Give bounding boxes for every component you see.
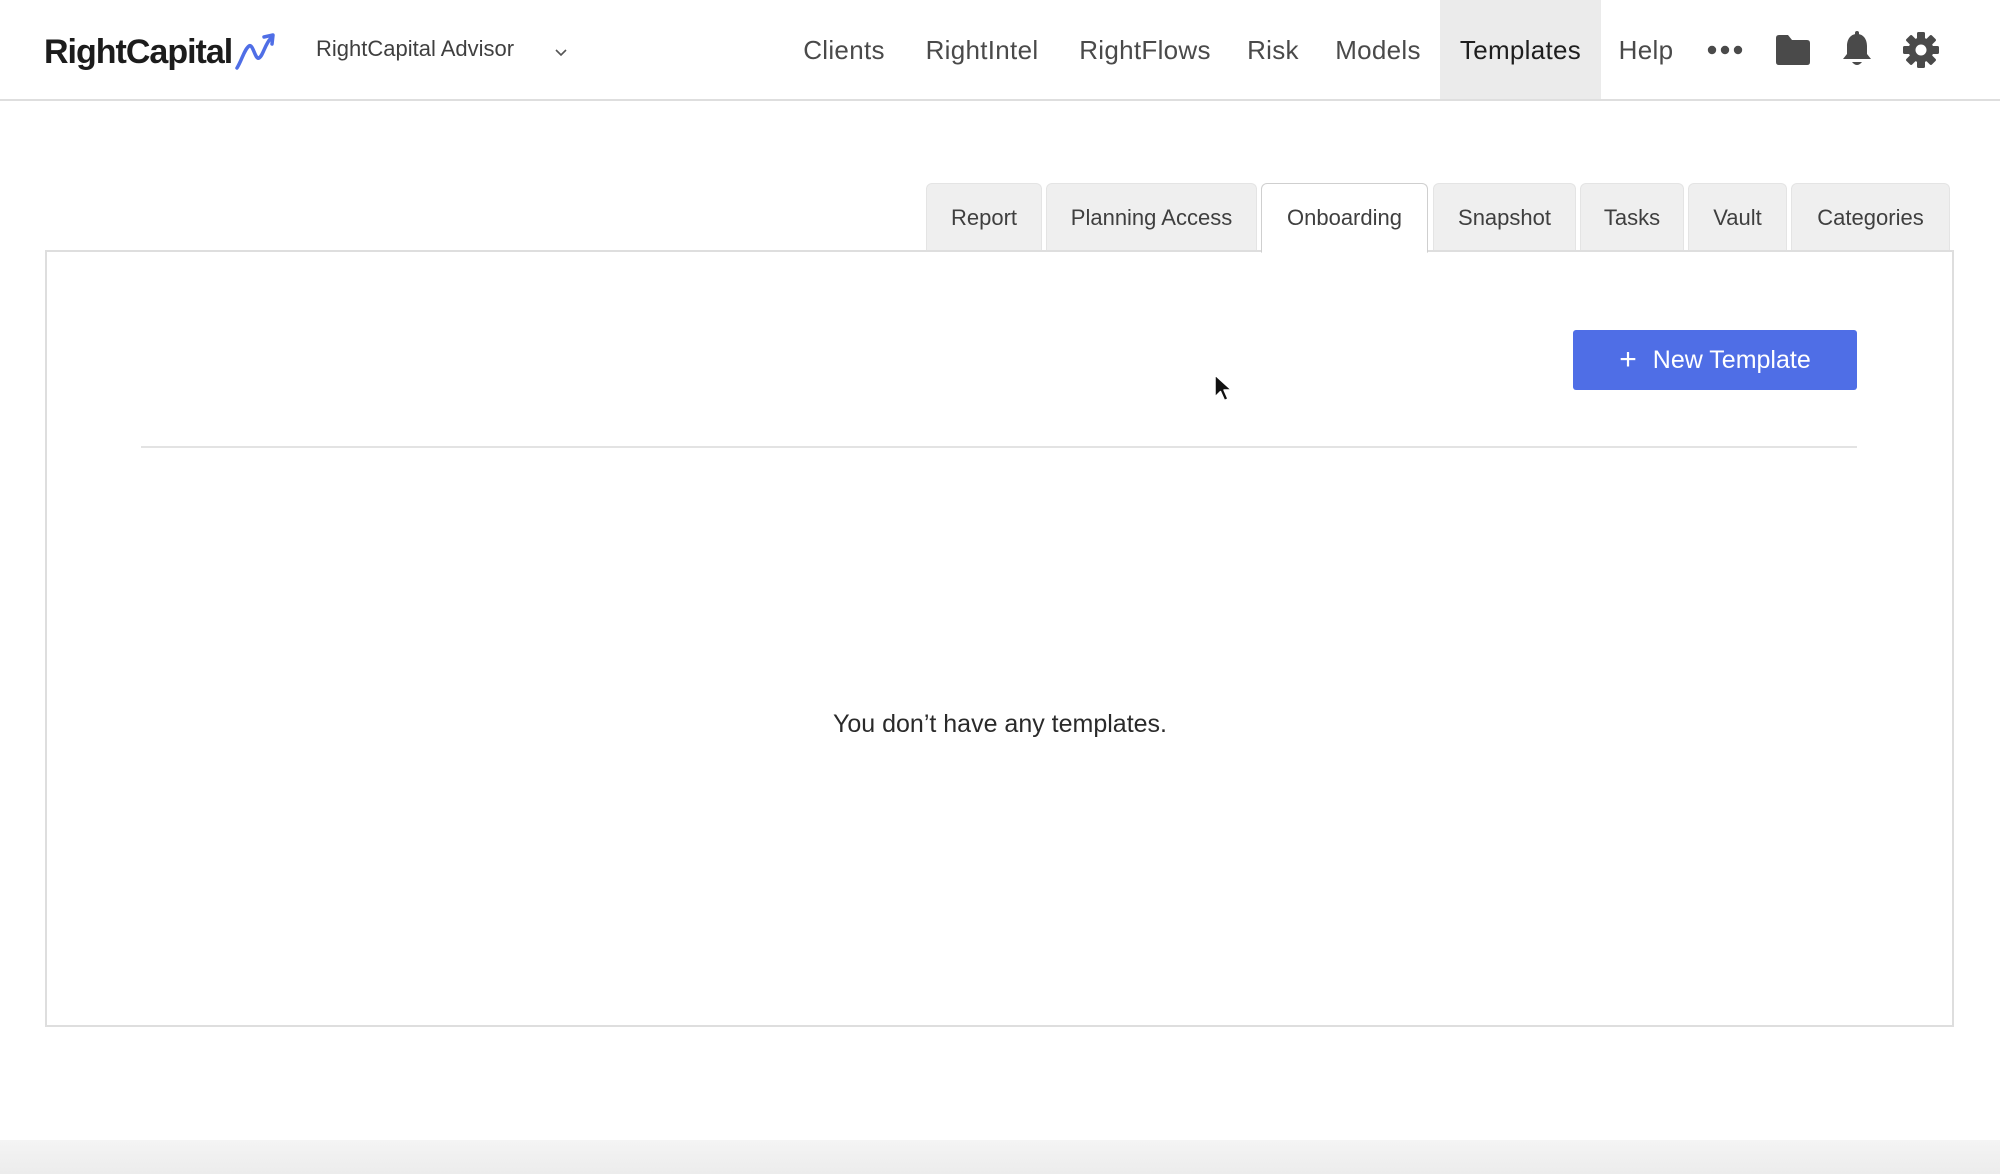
chevron-down-icon[interactable] xyxy=(553,44,569,60)
logo-arrow-icon xyxy=(235,33,275,70)
bottom-bar xyxy=(0,1140,2000,1174)
mouse-cursor-icon xyxy=(1214,374,1233,402)
divider xyxy=(141,446,1857,448)
top-header: RightCapital RightCapital Advisor Client… xyxy=(0,0,2000,101)
rightcapital-logo[interactable]: RightCapital xyxy=(44,30,278,74)
folder-icon[interactable] xyxy=(1774,33,1812,67)
new-template-label: New Template xyxy=(1652,345,1811,374)
nav-risk[interactable]: Risk xyxy=(1237,0,1309,99)
nav-help[interactable]: Help xyxy=(1609,0,1683,99)
bell-icon[interactable] xyxy=(1840,31,1874,69)
nav-models[interactable]: Models xyxy=(1326,0,1430,99)
tab-snapshot[interactable]: Snapshot xyxy=(1433,183,1576,252)
more-icon[interactable] xyxy=(1706,42,1744,58)
nav-clients[interactable]: Clients xyxy=(792,0,896,99)
logo-text: RightCapital xyxy=(44,32,233,71)
tab-tasks[interactable]: Tasks xyxy=(1580,183,1684,252)
account-switcher-label[interactable]: RightCapital Advisor xyxy=(316,36,514,62)
nav-templates[interactable]: Templates xyxy=(1440,0,1601,99)
tab-onboarding[interactable]: Onboarding xyxy=(1261,183,1428,253)
empty-state-message: You don’t have any templates. xyxy=(832,710,1168,738)
nav-rightflows[interactable]: RightFlows xyxy=(1069,0,1221,99)
plus-icon: + xyxy=(1619,343,1637,376)
gear-icon[interactable] xyxy=(1902,31,1940,69)
new-template-button[interactable]: + New Template xyxy=(1573,330,1857,390)
tab-report[interactable]: Report xyxy=(926,183,1042,252)
nav-rightintel[interactable]: RightIntel xyxy=(914,0,1050,99)
tab-categories[interactable]: Categories xyxy=(1791,183,1950,252)
tab-planning-access[interactable]: Planning Access xyxy=(1046,183,1257,252)
tab-vault[interactable]: Vault xyxy=(1688,183,1787,252)
